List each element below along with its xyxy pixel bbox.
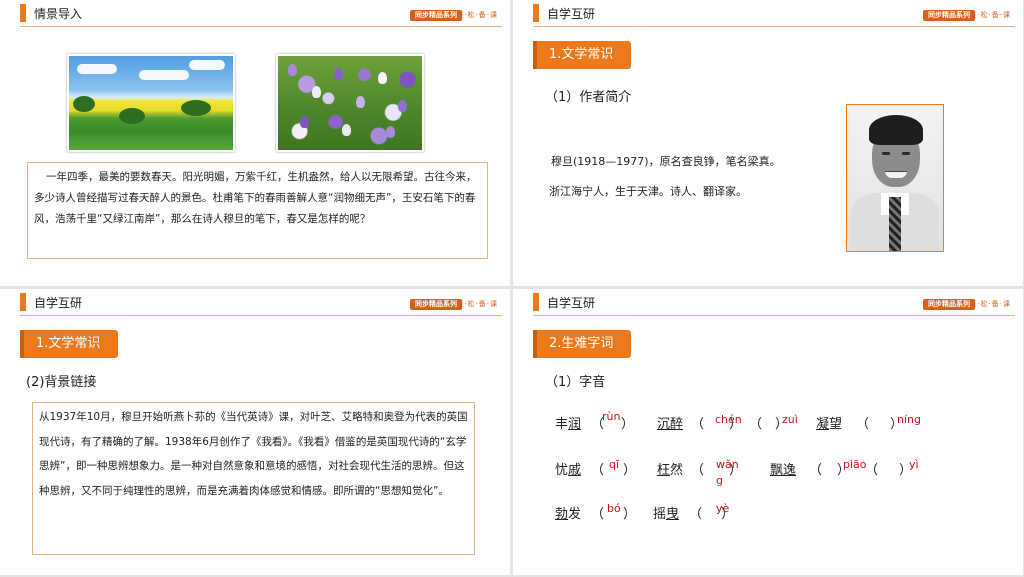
close-paren: ）: [623, 463, 637, 478]
portrait-hair: [869, 115, 923, 145]
author-info-line: 穆旦(1918—1977)，原名查良铮，笔名梁真。: [551, 155, 781, 168]
slide-header-title: 自学互研: [547, 296, 596, 310]
flower-shape: [334, 68, 343, 80]
slide-header-title: 自学互研: [34, 296, 83, 310]
close-paren: ）: [729, 463, 743, 478]
section-tag: 1.文学常识: [532, 41, 632, 69]
close-paren: ）: [775, 417, 789, 432]
open-paren: （: [591, 463, 605, 478]
brand-series-badge: 同步精品系列: [410, 10, 462, 21]
pinyin-answer: bó: [607, 502, 621, 515]
pinyin-answer: piāo: [843, 458, 867, 471]
close-paren: ）: [721, 507, 735, 522]
vocab-word-ningwang: 凝望: [816, 417, 843, 432]
tree-shape: [73, 96, 95, 112]
author-info-line: 浙江海宁人，生于天津。诗人、翻译家。: [549, 185, 747, 198]
pinyin-answer-wrap: g: [716, 474, 723, 487]
spring-field-photo: [67, 54, 235, 152]
cloud-shape: [189, 60, 225, 70]
slide-vocabulary: 自学互研 同步精品系列 轻·松·备·课 2.生难字词 （1）字音 丰润 （ rù…: [513, 289, 1023, 575]
flower-shape: [378, 72, 387, 84]
header-accent-bar: [20, 293, 26, 311]
intro-text-box: 一年四季，最美的要数春天。阳光明媚，万紫千红，生机盎然，给人以无限希望。古往今来…: [27, 162, 488, 259]
close-paren: ）: [623, 507, 637, 522]
vocab-word-piaoyi: 飘逸: [770, 463, 797, 478]
flower-shape: [342, 124, 351, 136]
open-paren: （: [856, 417, 870, 432]
flower-shape: [398, 100, 407, 112]
portrait-eye: [882, 152, 890, 155]
background-text-box: 从1937年10月，穆旦开始听燕卜荪的《当代英诗》课，对叶芝、艾略特和奥登为代表…: [32, 402, 475, 555]
slide-background-link: 自学互研 同步精品系列 轻·松·备·课 1.文学常识 (2)背景链接 从1937…: [0, 289, 510, 575]
header-accent-bar: [533, 293, 539, 311]
cloud-shape: [77, 64, 117, 74]
header-divider: [533, 26, 1015, 27]
close-paren: ）: [621, 417, 635, 432]
section-tag: 1.文学常识: [19, 330, 119, 358]
author-portrait-photo: [846, 104, 944, 252]
slide-header-title: 情景导入: [34, 7, 83, 21]
pinyin-answer: yì: [909, 458, 919, 471]
brand-series-badge: 同步精品系列: [923, 299, 975, 310]
pinyin-answer: níng: [897, 413, 921, 426]
vocab-word-yaoye: 摇曳: [653, 507, 680, 522]
section-tag: 2.生难字词: [532, 330, 632, 358]
header-accent-bar: [20, 4, 26, 22]
brand-subtitle: 轻·松·备·课: [969, 11, 1011, 19]
flower-shape: [288, 64, 297, 76]
open-paren: （: [749, 417, 763, 432]
header-accent-bar: [533, 4, 539, 22]
flower-shape: [312, 86, 321, 98]
subsection-heading: (2)背景链接: [26, 375, 97, 390]
vocab-word-bofa: 勃发: [555, 507, 582, 522]
vocab-word-chenzui: 沉醉: [657, 417, 684, 432]
open-paren: （: [691, 417, 705, 432]
header-divider: [533, 315, 1015, 316]
brand-subtitle: 轻·松·备·课: [969, 300, 1011, 308]
brand-series-badge: 同步精品系列: [923, 10, 975, 21]
open-paren: （: [865, 463, 879, 478]
pinyin-answer: rùn: [602, 410, 621, 423]
open-paren: （: [591, 507, 605, 522]
header-divider: [20, 26, 502, 27]
subsection-heading: （1）作者简介: [545, 90, 632, 105]
slide-author-intro: 自学互研 同步精品系列 轻·松·备·课 1.文学常识 （1）作者简介 穆旦(19…: [513, 0, 1023, 286]
close-paren: ）: [729, 417, 743, 432]
pinyin-answer: qī: [609, 458, 620, 471]
open-paren: （: [689, 507, 703, 522]
tree-shape: [181, 100, 211, 116]
vocab-word-fengrun: 丰润: [555, 417, 582, 432]
open-paren: （: [691, 463, 705, 478]
slide-header-title: 自学互研: [547, 7, 596, 21]
vocab-word-youqi: 忧戚: [555, 463, 582, 478]
crocus-flowers-photo: [276, 54, 424, 152]
subsection-heading: （1）字音: [545, 375, 606, 390]
portrait-eye: [902, 152, 910, 155]
brand-series-badge: 同步精品系列: [410, 299, 462, 310]
flower-shape: [386, 126, 395, 138]
flower-shape: [356, 96, 365, 108]
slide-scene-intro: 情景导入 同步精品系列 轻·松·备·课 一年四季，最美的要数春天。阳光明媚，万紫…: [0, 0, 510, 286]
portrait-tie: [889, 197, 901, 251]
brand-subtitle: 轻·松·备·课: [456, 300, 498, 308]
tree-shape: [119, 108, 145, 124]
cloud-shape: [139, 70, 189, 80]
brand-subtitle: 轻·松·备·课: [456, 11, 498, 19]
portrait-mouth: [885, 171, 907, 178]
header-divider: [20, 315, 502, 316]
vocab-word-wangran: 枉然: [657, 463, 684, 478]
flower-shape: [300, 116, 309, 128]
open-paren: （: [809, 463, 823, 478]
